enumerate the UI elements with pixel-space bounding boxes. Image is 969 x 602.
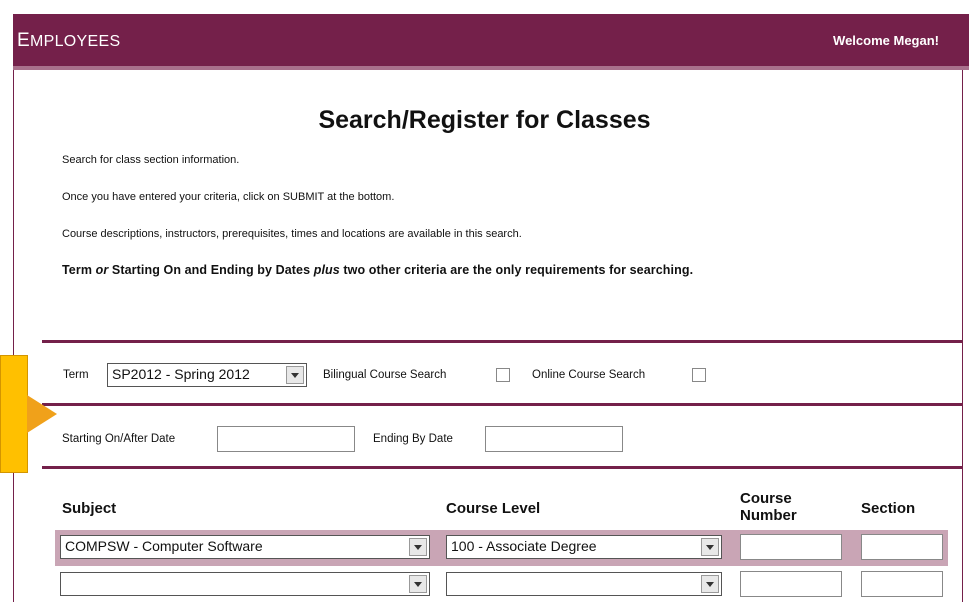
app-header: EMPLOYEES Welcome Megan!	[13, 14, 969, 70]
frame-left-border	[13, 70, 14, 602]
course-number-input[interactable]	[740, 571, 842, 597]
end-date-label: Ending By Date	[373, 433, 453, 445]
page: EMPLOYEES Welcome Megan! Search/Register…	[0, 0, 969, 602]
course-level-select[interactable]: 100 - Associate Degree	[446, 535, 722, 559]
info-line-3: Course descriptions, instructors, prereq…	[62, 228, 522, 240]
column-header-course-level: Course Level	[446, 500, 541, 517]
callout-arrow-icon	[27, 395, 57, 433]
info-line-2: Once you have entered your criteria, cli…	[62, 191, 395, 203]
course-level-select-value: 100 - Associate Degree	[451, 538, 597, 554]
start-date-input[interactable]	[217, 426, 355, 452]
column-header-section: Section	[861, 500, 916, 517]
chevron-down-icon[interactable]	[409, 538, 427, 556]
requirements-note: Term or Starting On and Ending by Dates …	[62, 263, 694, 277]
subject-select-value: COMPSW - Computer Software	[65, 538, 263, 554]
chevron-down-icon[interactable]	[286, 366, 304, 384]
divider	[42, 403, 962, 406]
chevron-down-icon[interactable]	[701, 575, 719, 593]
info-line-1: Search for class section information.	[62, 154, 240, 166]
page-title: Search/Register for Classes	[318, 106, 651, 134]
chevron-down-icon[interactable]	[701, 538, 719, 556]
bilingual-search-label: Bilingual Course Search	[323, 369, 447, 381]
term-select[interactable]: SP2012 - Spring 2012	[107, 363, 307, 387]
divider	[42, 340, 962, 343]
start-date-label: Starting On/After Date	[62, 433, 176, 445]
subject-select[interactable]	[60, 572, 430, 596]
online-search-label: Online Course Search	[532, 369, 646, 381]
online-search-checkbox[interactable]	[692, 368, 706, 382]
section-input[interactable]	[861, 534, 943, 560]
course-level-select[interactable]	[446, 572, 722, 596]
welcome-message: Welcome Megan!	[833, 33, 939, 48]
bilingual-search-checkbox[interactable]	[496, 368, 510, 382]
subject-select[interactable]: COMPSW - Computer Software	[60, 535, 430, 559]
course-number-input[interactable]	[740, 534, 842, 560]
chevron-down-icon[interactable]	[409, 575, 427, 593]
column-header-course-number: Course Number	[740, 490, 797, 524]
end-date-input[interactable]	[485, 426, 623, 452]
divider	[42, 466, 962, 469]
brand-title: EMPLOYEES	[17, 30, 121, 51]
term-select-value: SP2012 - Spring 2012	[112, 366, 250, 382]
section-input[interactable]	[861, 571, 943, 597]
term-label: Term	[63, 369, 89, 381]
frame-right-border	[962, 70, 963, 602]
column-header-subject: Subject	[62, 500, 117, 517]
callout-box	[0, 355, 28, 473]
